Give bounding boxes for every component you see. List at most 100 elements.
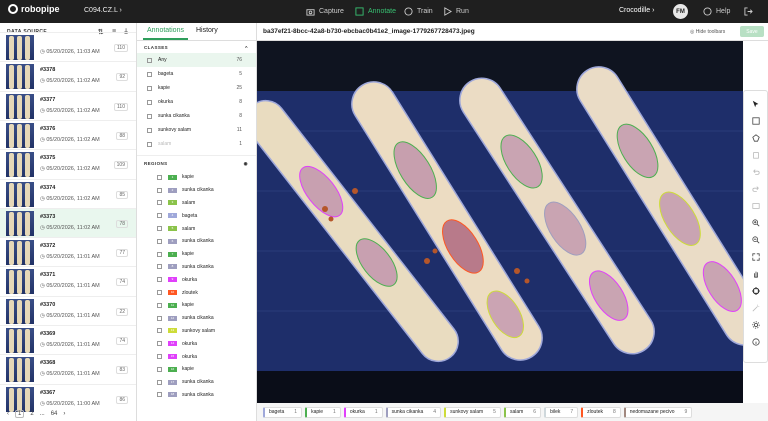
info-button[interactable] [749,333,763,350]
image-list-item[interactable]: #3375 ◷ 05/20/2026, 11:02 AM 109 [0,149,136,178]
next-page-icon[interactable]: › [63,411,65,417]
tag-icon [157,238,162,244]
avatar[interactable]: FM [673,4,688,19]
class-chip[interactable]: bilek 7 [544,406,579,418]
image-list-item[interactable]: #3369 ◷ 05/20/2026, 11:01 AM 74 [0,325,136,354]
class-chip[interactable]: zloutek 8 [581,406,621,418]
class-item[interactable]: sunka cikanka 8 [137,109,256,123]
region-item[interactable]: 13 sunkovy salam [137,325,256,338]
robopipe-logo[interactable]: robopipe [8,4,60,14]
zoom-out-button[interactable] [749,231,763,248]
image-list-item[interactable]: ◷ 05/20/2026, 11:03 AM 110 [0,32,136,61]
region-item[interactable]: 5 salam [137,222,256,235]
nav-train[interactable]: Train [398,4,439,19]
region-item[interactable]: 15 okurka [137,350,256,363]
nav-run[interactable]: Run [437,4,475,19]
pan-tool[interactable] [749,265,763,282]
class-item[interactable]: sunkovy salam 11 [137,123,256,137]
fit-button[interactable] [749,248,763,265]
region-number: 9 [168,277,177,283]
hide-toolbars-button[interactable]: ◎ Hide toolbars [690,29,725,35]
project-selector[interactable]: C094.CZ.L › [84,7,122,14]
class-item[interactable]: okurka 8 [137,95,256,109]
region-number: 5 [168,226,177,232]
page-2[interactable]: 2 [30,411,33,417]
wand-icon [752,304,759,311]
page-64[interactable]: 64 [51,411,58,417]
hide-toolbars-label: Hide toolbars [695,29,726,35]
save-button[interactable]: Save [740,26,764,37]
region-item[interactable]: 18 sunka cikanka [137,389,256,402]
nav-annotate[interactable]: Annotate [349,4,402,19]
select-tool[interactable] [749,95,763,112]
polygon-tool[interactable] [749,129,763,146]
tab-annotations[interactable]: Annotations [143,23,188,40]
collapse-icon[interactable]: ^ [245,45,248,50]
redo-button[interactable] [749,180,763,197]
box-tool[interactable] [749,112,763,129]
class-chip[interactable]: okurka 1 [343,406,383,418]
region-item[interactable]: 11 kapie [137,299,256,312]
region-item[interactable]: 17 sunka cikanka [137,376,256,389]
image-list-item[interactable]: #3373 ◷ 05/20/2026, 11:02 AM 78 [0,207,136,237]
region-item[interactable]: 4 bageta [137,209,256,222]
region-item[interactable]: 7 kapie [137,248,256,261]
image-list-item[interactable]: #3371 ◷ 05/20/2026, 11:01 AM 74 [0,266,136,295]
class-item[interactable]: salam 1 [137,137,256,151]
crosshair-tool[interactable] [749,282,763,299]
eye-icon[interactable]: ◉ [244,161,248,167]
image-tool[interactable] [749,197,763,214]
classes-header[interactable]: CLASSES ^ [137,41,256,53]
image-list-item[interactable]: #3370 ◷ 05/20/2026, 11:01 AM 22 [0,295,136,325]
page-1[interactable]: 1 [15,410,25,418]
image-list-item[interactable]: #3374 ◷ 05/20/2026, 11:02 AM 85 [0,178,136,208]
tab-history[interactable]: History [192,23,222,40]
prev-page-icon[interactable]: ‹ [7,411,9,417]
class-chip[interactable]: sunka cikanka 4 [385,406,442,418]
image-date-text: 05/20/2026, 11:00 AM [46,400,100,407]
class-chip[interactable]: salam 6 [503,406,542,418]
image-list-item[interactable]: #3372 ◷ 05/20/2026, 11:01 AM 77 [0,237,136,266]
image-list-item[interactable]: #3376 ◷ 05/20/2026, 11:02 AM 88 [0,119,136,149]
region-item[interactable]: 2 sunka cikanka [137,184,256,197]
class-item[interactable]: bageta 5 [137,67,256,81]
undo-button[interactable] [749,163,763,180]
region-name: sunka cikanka [182,263,214,270]
region-item[interactable]: 12 sunka cikanka [137,312,256,325]
workspace-selector[interactable]: Crocodille › [619,7,654,14]
annotation-count: 92 [116,73,128,82]
region-item[interactable]: 9 okurka [137,273,256,286]
image-list-item[interactable]: #3378 ◷ 05/20/2026, 11:02 AM 92 [0,61,136,90]
tag-icon [147,99,152,105]
nav-capture[interactable]: Capture [300,4,350,19]
nav-label: Run [456,8,469,15]
magic-tool[interactable] [749,299,763,316]
camera-icon: ◷ [40,166,45,173]
region-item[interactable]: 16 kapie [137,363,256,376]
tag-icon [157,290,162,296]
class-chip[interactable]: sunkovy salam 5 [444,406,501,418]
region-item[interactable]: 6 sunka cikanka [137,235,256,248]
tag-icon [157,277,162,283]
region-item[interactable]: 1 kapie [137,171,256,184]
class-chip[interactable]: bageta 1 [263,406,303,418]
class-item[interactable]: kapie 25 [137,81,256,95]
annotation-count: 74 [116,337,128,345]
annotation-canvas[interactable] [257,41,743,403]
settings-button[interactable] [749,316,763,333]
class-chip[interactable]: nedomazane pecivo 9 [623,406,693,418]
logout-button[interactable] [738,4,759,19]
region-item[interactable]: 10 zloutek [137,286,256,299]
annotated-image[interactable] [257,41,743,403]
help-button[interactable]: Help [697,4,736,19]
region-item[interactable]: 3 salam [137,197,256,210]
image-list-item[interactable]: #3377 ◷ 05/20/2026, 11:02 AM 110 [0,90,136,120]
region-item[interactable]: 14 okurka [137,337,256,350]
zoom-in-button[interactable] [749,214,763,231]
region-item[interactable]: 8 sunka cikanka [137,261,256,274]
chevron-right-icon: › [652,7,655,14]
class-item[interactable]: Any 76 [137,53,256,67]
class-chip[interactable]: kapie 1 [305,406,341,418]
image-list-item[interactable]: #3368 ◷ 05/20/2026, 11:01 AM 83 [0,354,136,383]
clipboard-tool[interactable] [749,146,763,163]
